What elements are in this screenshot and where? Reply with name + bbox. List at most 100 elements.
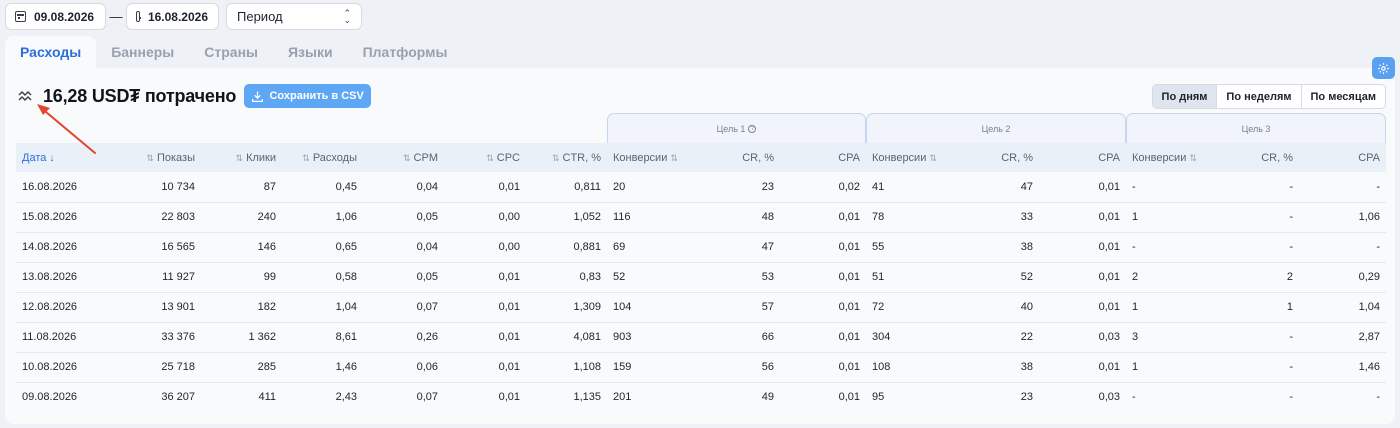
table-cell: - xyxy=(1289,361,1293,373)
table-cell: 57 xyxy=(761,301,774,313)
table-cell: 38 xyxy=(1020,361,1033,373)
goal-2-header: Цель 2 xyxy=(866,113,1126,143)
table-cell: 0,03 xyxy=(1098,391,1120,404)
table-cell: 41 xyxy=(872,180,885,193)
table-cell: 116 xyxy=(613,211,631,223)
table-cell: - xyxy=(1132,391,1136,404)
table-cell: - xyxy=(1289,391,1293,404)
table-cell: 0,06 xyxy=(416,361,438,373)
tab-banners[interactable]: Баннеры xyxy=(96,36,189,68)
table-cell: 0,00 xyxy=(498,211,520,223)
info-icon[interactable]: ? xyxy=(748,124,757,133)
column-header-clicks[interactable]: ⇅ Клики xyxy=(201,143,282,172)
group-by-day[interactable]: По дням xyxy=(1152,85,1218,108)
settings-button[interactable] xyxy=(1372,57,1395,79)
column-header-cpc[interactable]: ⇅ CPC xyxy=(444,143,526,172)
date-from-value: 09.08.2026 xyxy=(34,9,95,24)
table-cell: 10.08.2026 xyxy=(22,361,78,373)
table-cell: 0,58 xyxy=(335,271,357,283)
group-by-month[interactable]: По месяцам xyxy=(1302,85,1385,108)
table-cell: 1 xyxy=(1132,301,1139,313)
table-cell: 16.08.2026 xyxy=(22,180,78,193)
table-cell: 12.08.2026 xyxy=(22,301,78,313)
table-cell: 0,29 xyxy=(1358,271,1380,283)
tab-platforms[interactable]: Платформы xyxy=(348,36,463,68)
table-cell: 240 xyxy=(257,211,276,223)
column-header-goal1-cpa: CPA xyxy=(838,151,860,164)
column-header-impressions[interactable]: ⇅ Показы xyxy=(101,143,201,172)
table-cell: 0,04 xyxy=(416,180,438,193)
table-cell: 95 xyxy=(872,391,885,404)
table-cell: 2 xyxy=(1132,271,1139,283)
tab-languages[interactable]: Языки xyxy=(273,36,348,68)
column-header-goal3-cpa: CPA xyxy=(1358,151,1380,164)
period-select[interactable]: Период ⌃ ⌄ xyxy=(226,3,362,30)
download-icon xyxy=(252,91,264,102)
column-header-spend[interactable]: ⇅ Расходы xyxy=(282,143,363,172)
table-body: 16.08.2026 10 734 87 0,45 0,04 0,01 0,811 20 23 0… xyxy=(16,172,1386,412)
table-cell: 0,01 xyxy=(498,180,520,193)
table-cell: 33 xyxy=(1020,211,1033,223)
table-cell: 14.08.2026 xyxy=(22,241,78,253)
date-from-picker[interactable]: 09.08.2026 xyxy=(5,3,106,30)
column-header-goal1-conversions[interactable]: Конверсии ⇅ xyxy=(607,143,694,172)
table-cell: 0,01 xyxy=(1098,211,1120,223)
table-cell: 52 xyxy=(1020,271,1033,283)
table-cell: 0,05 xyxy=(416,211,438,223)
table-row: 13.08.2026 11 927 99 0,58 0,05 0,01 0,83 52 53 0,… xyxy=(16,262,1386,292)
table-cell: 23 xyxy=(1020,391,1033,404)
table-cell: 40 xyxy=(1020,301,1033,313)
column-header-goal2-conversions[interactable]: Конверсии ⇅ xyxy=(866,143,953,172)
date-to-picker[interactable]: 16.08.2026 xyxy=(126,3,219,30)
column-header-date[interactable]: Дата ↓ xyxy=(16,143,101,172)
table-cell: 0,01 xyxy=(1098,361,1120,373)
table-row: 16.08.2026 10 734 87 0,45 0,04 0,01 0,811 20 23 0… xyxy=(16,172,1386,202)
table-cell: - xyxy=(1289,241,1293,253)
table-cell: 0,01 xyxy=(838,301,860,313)
table-cell: 87 xyxy=(263,180,276,193)
save-csv-button[interactable]: Сохранить в CSV xyxy=(244,84,372,108)
table-cell: 1,46 xyxy=(335,361,357,373)
calendar-icon xyxy=(15,11,26,22)
table-cell: 8,61 xyxy=(335,331,357,343)
table-cell: 13 901 xyxy=(161,301,195,313)
table-cell: 0,03 xyxy=(1098,331,1120,343)
table-cell: 11.08.2026 xyxy=(22,331,77,343)
table-cell: 0,45 xyxy=(335,180,357,193)
table-cell: 0,01 xyxy=(838,271,860,283)
table-cell: 1,46 xyxy=(1358,361,1380,373)
table-cell: 36 207 xyxy=(161,391,195,404)
column-header-goal3-conversions[interactable]: Конверсии ⇅ xyxy=(1126,143,1213,172)
calendar-icon xyxy=(136,11,141,22)
table-cell: 0,01 xyxy=(838,211,860,223)
save-csv-label: Сохранить в CSV xyxy=(269,90,364,102)
table-cell: 1 xyxy=(1132,211,1139,223)
column-header-cpm[interactable]: ⇅ CPM xyxy=(363,143,444,172)
table-cell: 182 xyxy=(257,301,276,313)
chart-toggle-icon[interactable] xyxy=(18,90,32,102)
table-row: 11.08.2026 33 376 1 362 8,61 0,26 0,01 4,081 90… xyxy=(16,322,1386,352)
table-cell: 0,01 xyxy=(498,391,520,404)
date-to-value: 16.08.2026 xyxy=(147,9,208,24)
goal-1-header: Цель 1 ? xyxy=(607,113,866,143)
table-cell: 38 xyxy=(1020,241,1033,253)
table-cell: 1,04 xyxy=(1358,301,1380,313)
expenses-table: Дата ↓ ⇅ Показы ⇅ Клики ⇅ Расходы ⇅ CPM ⇅ CPC… xyxy=(16,143,1386,412)
group-by-week[interactable]: По неделям xyxy=(1217,85,1302,108)
column-header-ctr[interactable]: ⇅ CTR, % xyxy=(526,143,607,172)
column-header-goal2-cr: CR, % xyxy=(1001,151,1033,164)
gear-icon xyxy=(1378,62,1389,74)
table-cell: - xyxy=(1376,180,1380,193)
period-select-label: Период xyxy=(237,9,283,24)
column-header-goal2-cpa: CPA xyxy=(1098,151,1120,164)
table-cell: 51 xyxy=(872,271,885,283)
table-cell: 0,01 xyxy=(1098,241,1120,253)
table-cell: 78 xyxy=(872,211,885,223)
table-cell: 304 xyxy=(872,331,891,343)
tab-expenses[interactable]: Расходы xyxy=(5,36,97,68)
tab-countries[interactable]: Страны xyxy=(189,36,273,68)
table-cell: 0,01 xyxy=(498,361,520,373)
table-cell: 1,06 xyxy=(1358,211,1380,223)
table-cell: 22 xyxy=(1020,331,1033,343)
table-cell: 0,04 xyxy=(416,241,438,253)
